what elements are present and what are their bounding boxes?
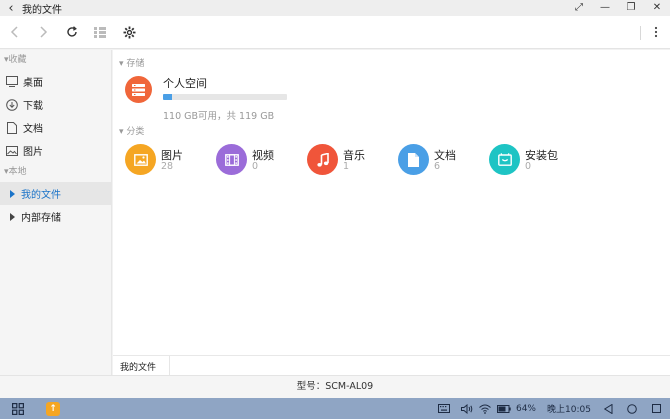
category-documents[interactable]: 文档 6 <box>398 144 488 178</box>
expand-triangle-icon[interactable] <box>10 189 15 198</box>
minimize-icon[interactable]: — <box>592 0 618 16</box>
path-bar: 我的文件 <box>113 355 670 376</box>
category-list: 图片 28 视频 0 音乐 1 文档 6 安装包 0 <box>125 144 665 178</box>
video-icon <box>216 144 247 175</box>
storage-info: 110 GB可用，共 119 GB <box>163 111 275 122</box>
toolbar-divider <box>640 26 641 40</box>
fullscreen-icon[interactable]: ⤢ <box>566 0 592 16</box>
device-model: 型号：SCM-AL09 <box>296 381 374 392</box>
window-controls: ⤢ — ❐ ✕ <box>566 0 670 16</box>
sidebar-item-download[interactable]: 下载 <box>0 93 111 116</box>
category-packages[interactable]: 安装包 0 <box>489 144 579 178</box>
sidebar-item-pictures[interactable]: 图片 <box>0 139 111 162</box>
image-icon <box>125 144 156 175</box>
category-count: 28 <box>161 161 174 172</box>
nav-home-icon[interactable] <box>624 398 640 419</box>
category-count: 0 <box>525 161 532 172</box>
taskbar: ↑ 64% 晚上10:05 <box>0 398 670 419</box>
settings-icon[interactable] <box>119 22 139 42</box>
window-title: 我的文件 <box>22 4 62 16</box>
toolbar <box>0 16 670 49</box>
battery-percent: 64% <box>515 403 536 414</box>
close-icon[interactable]: ✕ <box>644 0 670 16</box>
keyboard-icon[interactable] <box>436 398 452 419</box>
sidebar-item-label: 文档 <box>23 124 43 135</box>
app-grid-icon[interactable] <box>10 398 26 419</box>
breadcrumb-divider <box>169 356 170 376</box>
restore-icon[interactable]: ❐ <box>618 0 644 16</box>
category-count: 6 <box>434 161 441 172</box>
file-manager-app-icon[interactable]: ↑ <box>45 398 61 419</box>
storage-item[interactable]: 个人空间 110 GB可用，共 119 GB <box>125 74 425 122</box>
clock[interactable]: 晚上10:05 <box>546 398 592 419</box>
wifi-icon[interactable] <box>477 398 493 419</box>
expand-triangle-icon[interactable] <box>10 212 15 221</box>
sidebar-item-label: 下载 <box>23 101 43 112</box>
music-icon <box>307 144 338 175</box>
view-toggle-icon[interactable] <box>90 22 110 42</box>
sidebar-item-my-files[interactable]: 我的文件 <box>0 182 111 205</box>
status-bar: 型号：SCM-AL09 <box>0 375 670 398</box>
back-arrow-icon[interactable] <box>5 22 25 42</box>
package-icon <box>489 144 520 175</box>
sidebar: ▾收藏 桌面 下载 文档 图片 ▾本地 我的文件 内部存储 <box>0 50 112 375</box>
section-label-storage: ▾ 存储 <box>119 59 145 69</box>
sidebar-group-local[interactable]: ▾本地 <box>0 162 111 182</box>
storage-name: 个人空间 <box>163 77 207 90</box>
nav-back-icon[interactable] <box>600 398 616 419</box>
sidebar-item-documents[interactable]: 文档 <box>0 116 111 139</box>
battery-icon[interactable] <box>494 398 514 419</box>
breadcrumb[interactable]: 我的文件 <box>120 360 156 373</box>
forward-arrow-icon[interactable] <box>33 22 53 42</box>
document-icon <box>6 121 18 134</box>
sidebar-group-favorites[interactable]: ▾收藏 <box>0 50 111 70</box>
document-icon <box>398 144 429 175</box>
sidebar-item-label: 桌面 <box>23 78 43 89</box>
sidebar-item-label: 内部存储 <box>21 213 61 224</box>
category-count: 1 <box>343 161 350 172</box>
category-music[interactable]: 音乐 1 <box>307 144 397 178</box>
category-count: 0 <box>252 161 259 172</box>
sidebar-item-internal-storage[interactable]: 内部存储 <box>0 205 111 228</box>
sidebar-item-desktop[interactable]: 桌面 <box>0 70 111 93</box>
sidebar-item-label: 我的文件 <box>21 190 61 201</box>
nav-recents-icon[interactable] <box>648 398 664 419</box>
category-pictures[interactable]: 图片 28 <box>125 144 215 178</box>
picture-icon <box>6 145 18 157</box>
download-icon <box>6 98 18 111</box>
volume-icon[interactable] <box>459 398 475 419</box>
desktop-icon <box>6 76 18 88</box>
storage-icon <box>125 76 152 103</box>
chevron-left-icon[interactable]: ‹ <box>0 1 22 16</box>
more-icon[interactable] <box>646 22 666 42</box>
sidebar-item-label: 图片 <box>23 147 43 158</box>
storage-usage-bar <box>163 94 287 100</box>
category-videos[interactable]: 视频 0 <box>216 144 306 178</box>
storage-usage-fill <box>163 94 172 100</box>
refresh-icon[interactable] <box>62 22 82 42</box>
main-content: ▾ 存储 个人空间 110 GB可用，共 119 GB ▾ 分类 图片 28 视… <box>113 50 670 355</box>
section-label-categories: ▾ 分类 <box>119 127 145 137</box>
title-bar: ‹ 我的文件 ⤢ — ❐ ✕ <box>0 0 670 16</box>
